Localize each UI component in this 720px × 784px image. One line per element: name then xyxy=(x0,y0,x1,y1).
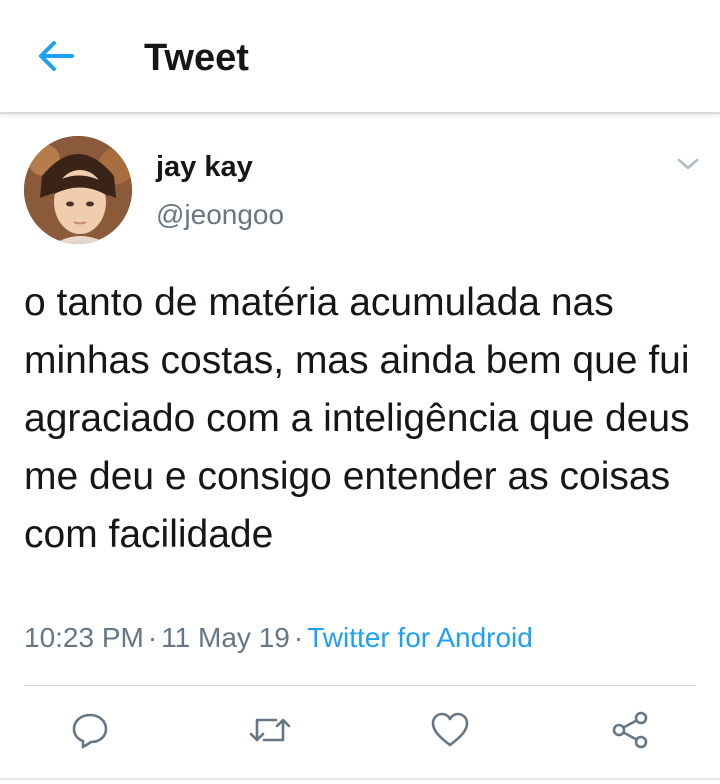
author-handle[interactable]: @jeongoo xyxy=(156,198,284,232)
author-name[interactable]: jay kay xyxy=(156,150,253,184)
tweet-date: 11 May 19 xyxy=(161,622,290,653)
reply-icon xyxy=(70,710,110,755)
tweet-detail: jay kay @jeongoo o tanto de matéria acum… xyxy=(0,114,720,784)
arrow-left-icon xyxy=(36,39,76,78)
tweet-meta: 10:23 PM · 11 May 19 · Twitter for Android xyxy=(24,620,533,656)
like-icon xyxy=(430,711,470,754)
avatar[interactable] xyxy=(24,136,132,244)
bottom-divider xyxy=(0,778,720,780)
action-bar xyxy=(0,694,720,764)
tweet-source-link[interactable]: Twitter for Android xyxy=(307,622,533,653)
chevron-down-icon xyxy=(676,156,700,177)
retweet-icon xyxy=(248,710,292,755)
share-icon xyxy=(610,710,650,755)
back-button[interactable] xyxy=(30,36,82,80)
reply-button[interactable] xyxy=(68,710,112,754)
tweet-menu-button[interactable] xyxy=(672,150,704,182)
divider xyxy=(24,685,696,686)
share-button[interactable] xyxy=(608,710,652,754)
meta-separator: · xyxy=(147,622,158,653)
like-button[interactable] xyxy=(428,710,472,754)
retweet-button[interactable] xyxy=(248,710,292,754)
meta-separator: · xyxy=(293,622,304,653)
app-header: Tweet xyxy=(0,0,720,114)
tweet-text: o tanto de matéria acumulada nas minhas … xyxy=(24,281,690,556)
tweet-time: 10:23 PM xyxy=(24,622,144,653)
page-title: Tweet xyxy=(144,37,249,79)
